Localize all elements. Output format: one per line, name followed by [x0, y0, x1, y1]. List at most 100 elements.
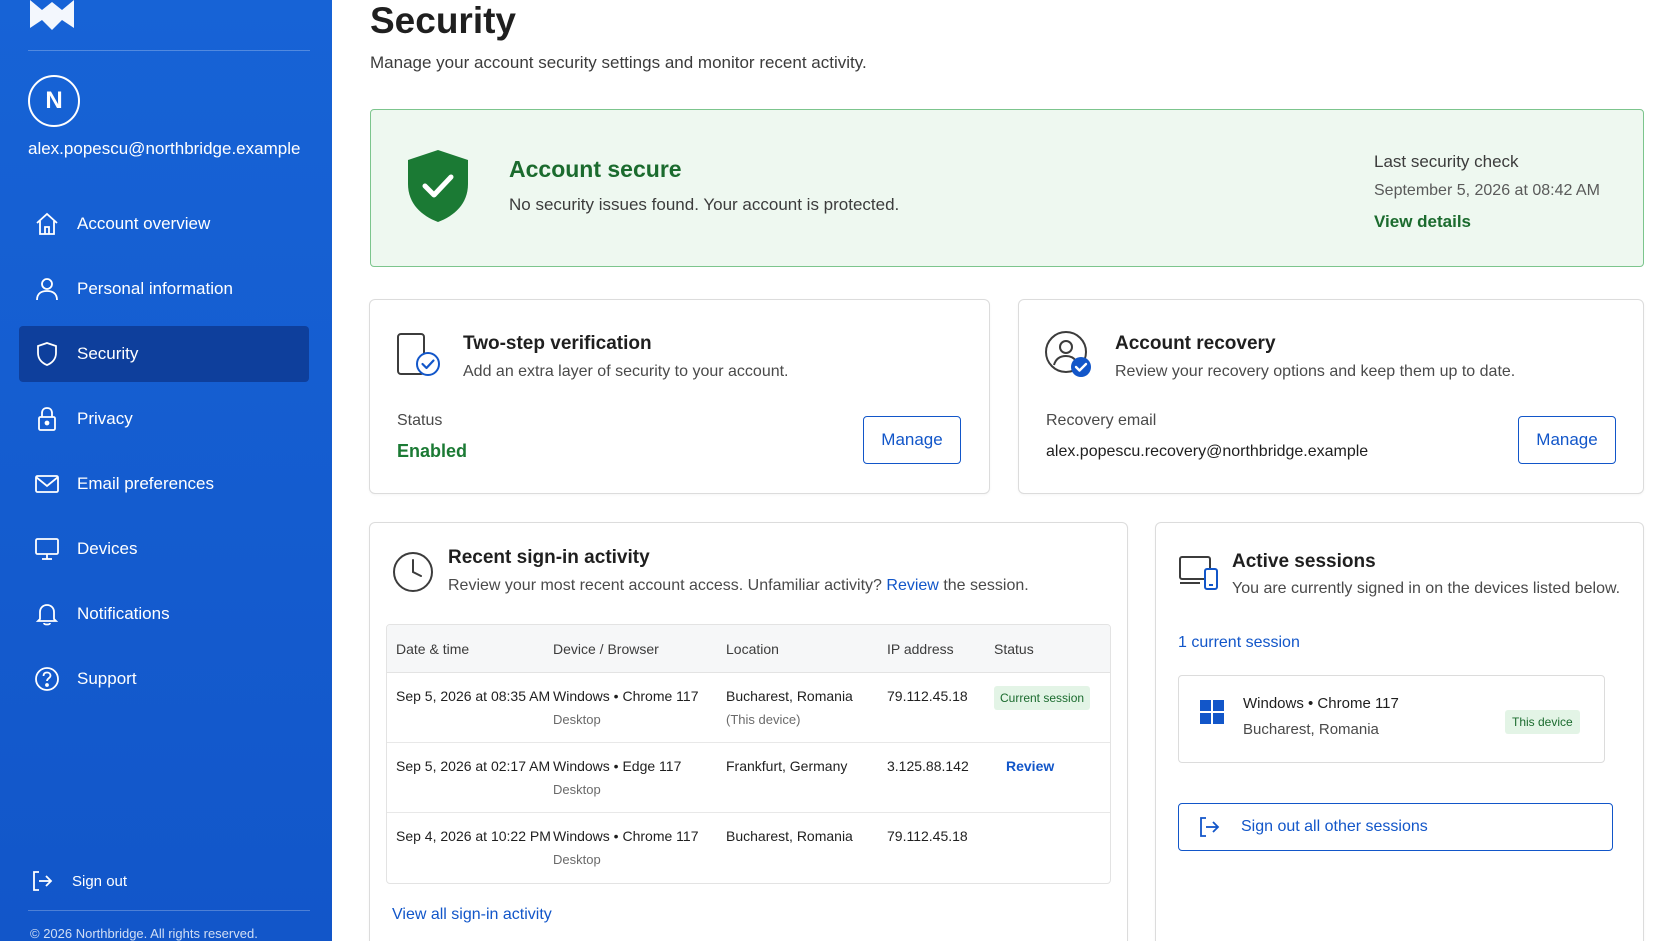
sign-out-all-sessions-button[interactable]: Sign out all other sessions: [1178, 803, 1613, 851]
home-icon: [32, 209, 62, 239]
two-step-verification-card: Two-step verification Add an extra layer…: [369, 299, 990, 494]
session-count[interactable]: 1 current session: [1178, 634, 1300, 652]
location-name: Bucharest, Romania: [726, 688, 853, 704]
sidebar-item-label: Support: [77, 669, 137, 688]
device-name: Windows • Chrome 117: [553, 688, 699, 704]
sidebar-item-label: Personal information: [77, 279, 233, 298]
shield-check-icon: [408, 150, 468, 222]
banner-text: No security issues found. Your account i…: [509, 195, 900, 214]
sidebar-item-label: Devices: [77, 539, 138, 558]
device-name: Windows • Chrome 117: [553, 828, 699, 844]
devices-icon: [1179, 556, 1218, 590]
lock-icon: [32, 404, 62, 434]
cell-ip: 3.125.88.142: [887, 758, 969, 774]
table-row: Sep 4, 2026 at 10:22 PM Windows • Chrome…: [387, 813, 1110, 883]
review-session-link[interactable]: Review: [886, 577, 938, 594]
sidebar-item-personal-information[interactable]: Personal information: [19, 261, 309, 317]
sidebar-item-notifications[interactable]: Notifications: [19, 586, 309, 642]
card-title: Account recovery: [1115, 333, 1276, 354]
cell-date: Sep 4, 2026 at 10:22 PM: [396, 828, 551, 844]
manage-two-step-button[interactable]: Manage: [863, 416, 961, 464]
sidebar-item-label: Security: [77, 344, 139, 363]
shield-icon: [32, 339, 62, 369]
avatar-initial: N: [45, 87, 63, 114]
sidebar-divider: [28, 50, 310, 51]
card-title: Active sessions: [1232, 551, 1376, 572]
cell-location: Frankfurt, Germany: [726, 758, 848, 774]
status-value: Enabled: [397, 441, 468, 461]
sidebar-item-label: Email preferences: [77, 474, 215, 493]
view-all-signin-link[interactable]: View all sign-in activity: [392, 906, 552, 924]
account-secure-banner: Account secure No security issues found.…: [370, 109, 1644, 267]
device-type: Desktop: [553, 712, 601, 727]
table-row: Sep 5, 2026 at 08:35 AM Windows • Chrome…: [387, 673, 1110, 743]
column-header: Device / Browser: [553, 640, 659, 657]
session-location: Bucharest, Romania: [1243, 721, 1379, 738]
session-item: Windows • Chrome 117 Bucharest, Romania …: [1178, 675, 1605, 763]
current-session-badge: Current session: [994, 686, 1091, 710]
help-icon: [32, 664, 62, 694]
column-header: IP address: [887, 640, 954, 657]
check-label: Last security check: [1374, 152, 1519, 171]
sidebar-item-account-overview[interactable]: Account overview: [19, 196, 309, 252]
cell-status: Review: [994, 758, 1110, 774]
sidebar-item-security[interactable]: Security: [19, 326, 309, 382]
recent-signin-card: Recent sign-in activity Review your most…: [369, 522, 1128, 941]
banner-title: Account secure: [509, 156, 682, 182]
active-sessions-card: Active sessions You are currently signed…: [1155, 522, 1644, 941]
cell-ip: 79.112.45.18: [887, 828, 968, 844]
monitor-icon: [32, 534, 62, 564]
cell-device: Windows • Edge 117 Desktop: [553, 758, 726, 797]
sidebar-item-devices[interactable]: Devices: [19, 521, 309, 577]
session-device: Windows • Chrome 117: [1243, 695, 1399, 712]
sign-out-icon: [30, 868, 56, 894]
location-note: (This device): [726, 712, 801, 727]
cell-location: Bucharest, Romania (This device): [726, 688, 887, 727]
sidebar-item-support[interactable]: Support: [19, 651, 309, 707]
signin-table: Date & time Device / Browser Location IP…: [386, 624, 1111, 884]
avatar[interactable]: N: [28, 75, 80, 127]
cell-date: Sep 5, 2026 at 08:35 AM: [396, 688, 551, 704]
card-description: You are currently signed in on the devic…: [1232, 580, 1621, 597]
view-details-link[interactable]: View details: [1374, 212, 1471, 232]
sidebar-item-privacy[interactable]: Privacy: [19, 391, 309, 447]
user-check-icon: [1045, 331, 1091, 377]
column-header: Date & time: [396, 640, 470, 657]
page-title: Security: [370, 0, 517, 41]
device-type: Desktop: [553, 852, 601, 867]
card-description: Add an extra layer of security to your a…: [463, 363, 789, 380]
cell-location: Bucharest, Romania: [726, 828, 853, 844]
description-text: Review your most recent account access. …: [448, 577, 882, 594]
cell-date: Sep 5, 2026 at 02:17 AM: [396, 758, 551, 774]
cell-device: Windows • Chrome 117 Desktop: [553, 688, 726, 727]
status-label: Status: [397, 412, 443, 429]
sidebar-item-label: Account overview: [77, 214, 211, 233]
user-email: alex.popescu@northbridge.example: [28, 139, 301, 158]
phone-check-icon: [397, 333, 440, 376]
card-description: Review your most recent account access. …: [448, 577, 1029, 595]
card-description: Review your recovery options and keep th…: [1115, 363, 1516, 380]
sign-out-all-label: Sign out all other sessions: [1241, 818, 1428, 835]
cell-status: Current session: [994, 686, 1110, 710]
bell-icon: [32, 599, 62, 629]
check-date: September 5, 2026 at 08:42 AM: [1374, 182, 1600, 199]
manage-recovery-button[interactable]: Manage: [1518, 416, 1616, 464]
person-icon: [32, 274, 62, 304]
review-link[interactable]: Review: [994, 758, 1054, 774]
recovery-email-label: Recovery email: [1046, 412, 1157, 429]
description-text: the session.: [943, 577, 1029, 594]
column-header: Status: [994, 640, 1034, 657]
copyright-text: © 2026 Northbridge. All rights reserved.: [30, 926, 258, 941]
sidebar-item-email-preferences[interactable]: Email preferences: [19, 456, 309, 512]
sign-out-button[interactable]: Sign out: [30, 868, 127, 894]
this-device-badge: This device: [1505, 710, 1580, 734]
sidebar-item-label: Privacy: [77, 409, 133, 428]
mail-icon: [32, 469, 62, 499]
account-recovery-card: Account recovery Review your recovery op…: [1018, 299, 1644, 494]
recovery-email-value: alex.popescu.recovery@northbridge.exampl…: [1046, 443, 1369, 460]
page-subtitle: Manage your account security settings an…: [370, 53, 867, 72]
device-name: Windows • Edge 117: [553, 758, 682, 774]
sign-out-label: Sign out: [72, 872, 128, 890]
clock-icon: [393, 552, 433, 592]
logo-icon: [30, 0, 74, 30]
